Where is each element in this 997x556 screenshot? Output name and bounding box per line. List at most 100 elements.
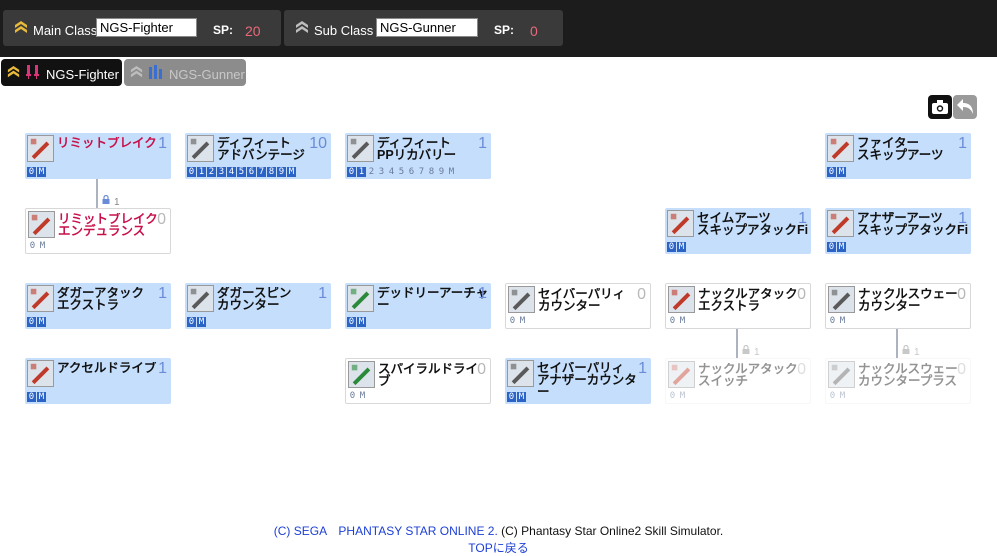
level-step[interactable]: 7 — [257, 167, 266, 177]
sub-sp-value: 0 — [530, 23, 538, 39]
level-step[interactable]: 0 — [27, 317, 36, 327]
skill-card[interactable]: スパイラルドライブ 0 0 M — [345, 358, 491, 404]
level-selector: 0M — [27, 392, 46, 402]
level-step[interactable]: 0 — [827, 167, 836, 177]
level-step[interactable]: 2 — [367, 167, 376, 177]
level-step[interactable]: 8 — [427, 167, 436, 177]
level-step[interactable]: M — [837, 242, 846, 252]
level-step[interactable]: M — [358, 391, 367, 401]
level-step[interactable]: 8 — [267, 167, 276, 177]
level-step[interactable]: 0 — [508, 316, 517, 326]
skill-icon — [827, 135, 854, 162]
skill-card[interactable]: セイバーパリィ アナザーカウンター 1 0 M — [505, 358, 651, 404]
top-bar: Main Class NGS-Fighter SP: 20 Sub Class … — [0, 0, 997, 57]
skill-level: 1 — [798, 210, 807, 227]
skill-icon — [28, 211, 55, 238]
level-step[interactable]: 7 — [417, 167, 426, 177]
screenshot-button[interactable] — [928, 95, 952, 119]
skill-name: ナックルスウェー カウンター — [858, 288, 958, 312]
level-step[interactable]: 3 — [217, 167, 226, 177]
level-step[interactable]: 0 — [348, 391, 357, 401]
skill-name: ファイター スキップアーツ — [857, 137, 944, 161]
fighter-icon — [26, 65, 39, 79]
level-step[interactable]: 0 — [187, 317, 196, 327]
level-step[interactable]: M — [197, 317, 206, 327]
level-step[interactable]: 2 — [207, 167, 216, 177]
skill-icon — [508, 286, 535, 313]
skill-name: セイムアーツ スキップアタックFi — [697, 212, 809, 236]
sub-class-select[interactable]: NGS-Gunner — [376, 18, 478, 37]
skill-card[interactable]: アナザーアーツ スキップアタックFi 1 0 M — [825, 208, 971, 254]
copyright-line: (C) SEGA PHANTASY STAR ONLINE 2. (C) Pha… — [0, 522, 997, 539]
skill-card[interactable]: アクセルドライブ 1 0 M — [25, 358, 171, 404]
level-step[interactable]: M — [447, 167, 456, 177]
level-step[interactable]: 0 — [828, 316, 837, 326]
skill-card[interactable]: セイムアーツ スキップアタックFi 1 0 M — [665, 208, 811, 254]
level-step[interactable]: 0 — [507, 392, 516, 402]
level-step[interactable]: M — [357, 317, 366, 327]
level-step[interactable]: 0 — [667, 242, 676, 252]
skill-icon — [667, 210, 694, 237]
camera-icon — [932, 100, 948, 114]
level-step[interactable]: 5 — [397, 167, 406, 177]
skill-card: ナックルアタック スイッチ 0 0 M — [665, 358, 811, 404]
main-class-select[interactable]: NGS-Fighter — [96, 18, 197, 37]
skill-card[interactable]: ダガースピン カウンター 1 0 M — [185, 283, 331, 329]
undo-button[interactable] — [953, 95, 977, 119]
level-selector: 0M — [348, 391, 367, 401]
skill-icon — [827, 210, 854, 237]
tab-ngs-fighter[interactable]: NGS-Fighter — [1, 59, 122, 86]
level-step[interactable]: 9 — [277, 167, 286, 177]
level-step[interactable]: 0 — [27, 167, 36, 177]
main-sp-value: 20 — [245, 23, 261, 39]
level-step[interactable]: 5 — [237, 167, 246, 177]
skill-card[interactable]: リミットブレイク 1 0 M — [25, 133, 171, 179]
level-step[interactable]: 0 — [668, 316, 677, 326]
level-step[interactable]: M — [518, 316, 527, 326]
level-step[interactable]: M — [37, 317, 46, 327]
level-step[interactable]: 0 — [27, 392, 36, 402]
level-step[interactable]: 0 — [827, 242, 836, 252]
level-step[interactable]: 0 — [187, 167, 196, 177]
skill-card[interactable]: ダガーアタック エクストラ 1 0 M — [25, 283, 171, 329]
level-selector: 0123456789M — [347, 167, 456, 177]
skill-icon — [187, 285, 214, 312]
level-step[interactable]: 0 — [347, 317, 356, 327]
skill-card[interactable]: ファイター スキップアーツ 1 0 M — [825, 133, 971, 179]
level-step[interactable]: 3 — [377, 167, 386, 177]
level-step[interactable]: 4 — [387, 167, 396, 177]
level-step[interactable]: 6 — [407, 167, 416, 177]
skill-card[interactable]: デッドリーアーチャ ー1 0M — [345, 283, 491, 329]
level-step[interactable]: M — [517, 392, 526, 402]
level-step[interactable]: M — [287, 167, 296, 177]
skill-card[interactable]: ディフィート PPリカバリー 1 0 1 2 3 4 5 6 7 8 9 M — [345, 133, 491, 179]
level-step[interactable]: M — [37, 392, 46, 402]
level-step[interactable]: M — [37, 167, 46, 177]
sega-copyright-link[interactable]: (C) SEGA PHANTASY STAR ONLINE 2. — [274, 524, 498, 538]
level-step[interactable]: M — [838, 316, 847, 326]
level-step[interactable]: M — [678, 316, 687, 326]
level-step[interactable]: 0 — [28, 241, 37, 251]
skill-level: 1 — [158, 360, 167, 377]
level-step[interactable]: M — [677, 242, 686, 252]
level-step[interactable]: 9 — [437, 167, 446, 177]
skill-icon — [828, 286, 855, 313]
level-step[interactable]: 1 — [357, 167, 366, 177]
level-step[interactable]: 4 — [227, 167, 236, 177]
skill-card[interactable]: リミットブレイク エンデュランス 0 0 M — [25, 208, 171, 254]
lock-requirement: 1 — [754, 347, 760, 358]
skill-card[interactable]: ナックルアタック エクストラ 0 0 M — [665, 283, 811, 329]
skill-icon — [27, 285, 54, 312]
skill-card[interactable]: セイバーパリィ カウンター 0 0 M — [505, 283, 651, 329]
level-step[interactable]: 1 — [197, 167, 206, 177]
skill-card[interactable]: ディフィート アドバンテージ 10 0 1 2 3 4 5 6 7 8 9 M — [185, 133, 331, 179]
skill-icon — [668, 361, 695, 388]
tab-ngs-gunner[interactable]: NGS-Gunner — [124, 59, 246, 86]
skill-name: リミットブレイク エンデュランス — [58, 213, 158, 237]
level-step[interactable]: M — [38, 241, 47, 251]
level-step[interactable]: 6 — [247, 167, 256, 177]
level-step[interactable]: M — [837, 167, 846, 177]
level-step[interactable]: 0 — [347, 167, 356, 177]
skill-card[interactable]: ナックルスウェー カウンター 0 0 M — [825, 283, 971, 329]
skill-level: 0 — [797, 286, 806, 303]
